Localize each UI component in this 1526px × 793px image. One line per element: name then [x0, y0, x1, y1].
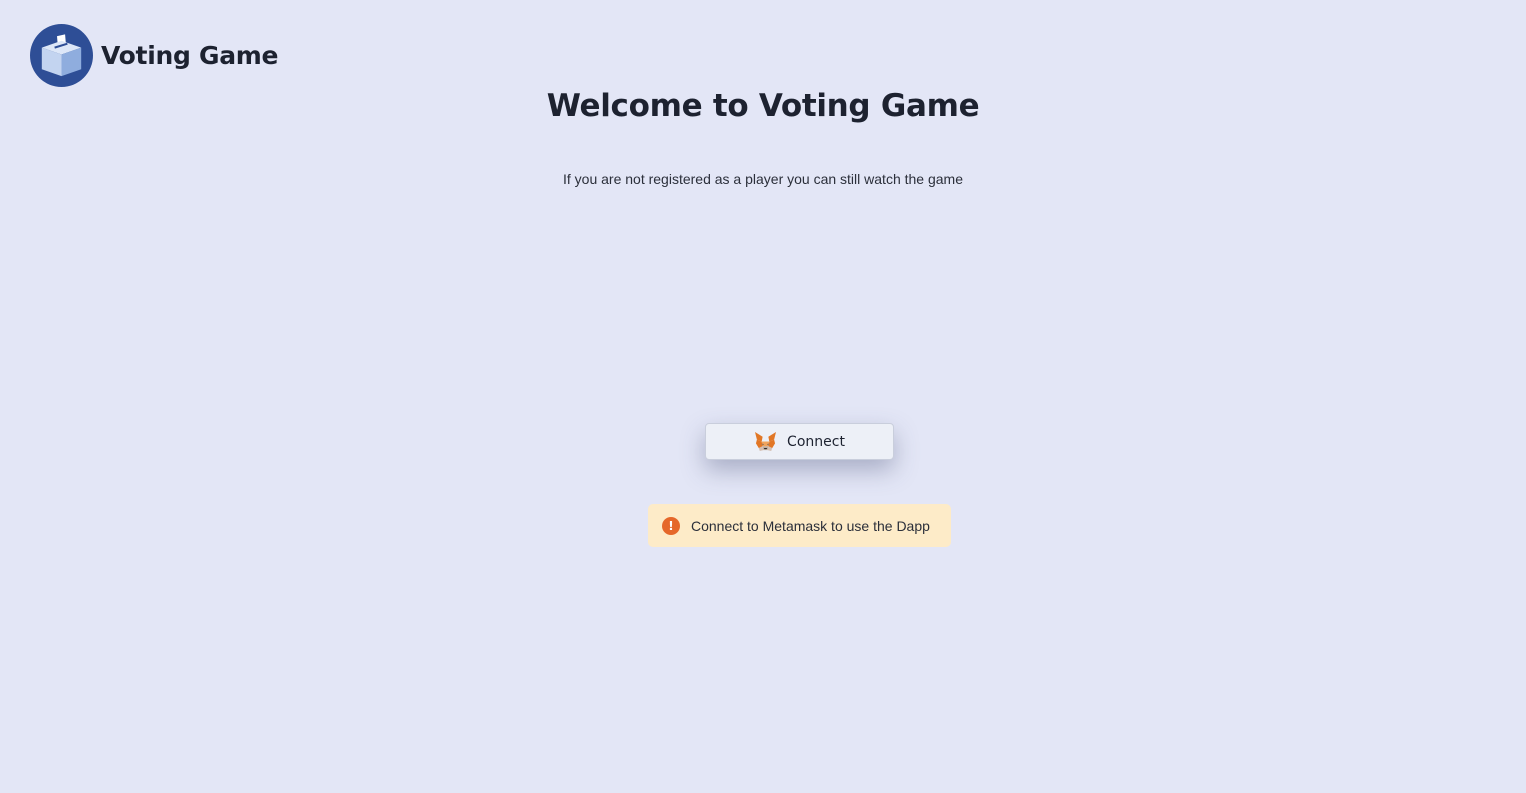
- warning-icon: !: [662, 516, 680, 535]
- page: Voting Game Welcome to Voting Game If yo…: [0, 0, 1526, 793]
- alert-message: Connect to Metamask to use the Dapp: [691, 517, 930, 534]
- page-subtitle: If you are not registered as a player yo…: [563, 171, 963, 187]
- metamask-fox-icon: [755, 431, 777, 452]
- connect-warning-alert: ! Connect to Metamask to use the Dapp: [648, 504, 951, 547]
- app-name: Voting Game: [101, 41, 279, 70]
- connect-button-label: Connect: [787, 433, 845, 450]
- connect-button[interactable]: Connect: [705, 423, 894, 460]
- page-title: Welcome to Voting Game: [546, 88, 980, 124]
- brand: Voting Game: [30, 24, 278, 87]
- ballot-box-icon: [30, 24, 93, 87]
